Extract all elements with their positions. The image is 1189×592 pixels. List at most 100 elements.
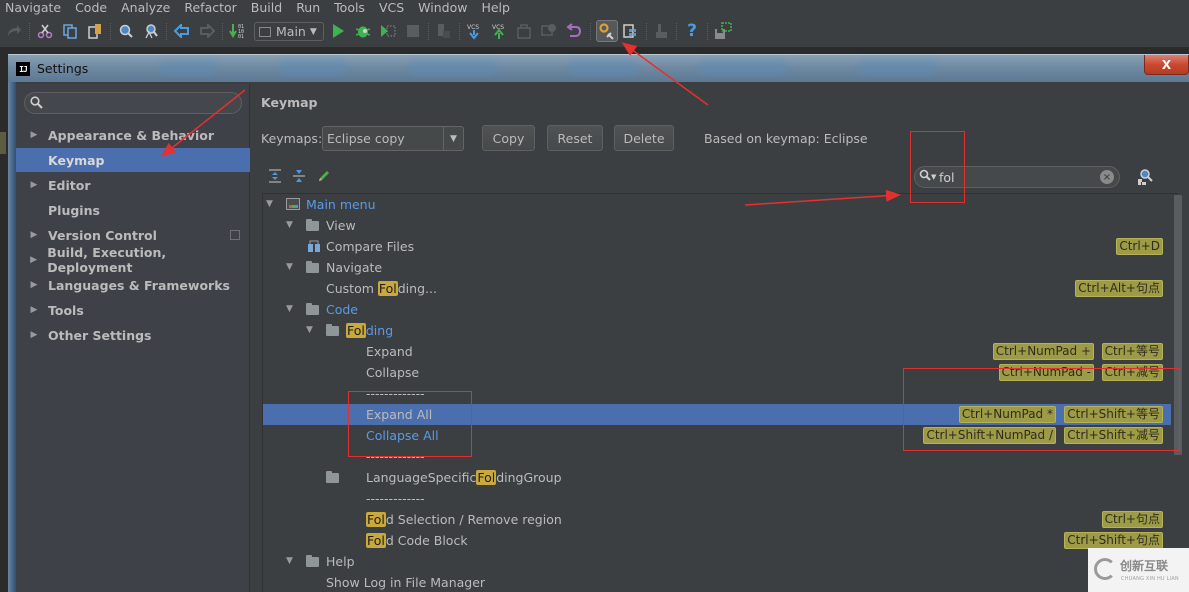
keymap-filter-input[interactable]: ▼ × <box>914 166 1120 188</box>
tree-row-label: Main menu <box>306 197 376 212</box>
tree-expand-arrow-icon[interactable]: ▼ <box>286 304 293 314</box>
sdk-manager-icon[interactable] <box>435 22 453 40</box>
tree-row[interactable]: ▼Navigate <box>263 257 1171 278</box>
label-text: Collapse <box>366 365 419 380</box>
sidebar-item-editor[interactable]: ▶ Editor <box>16 173 250 197</box>
tree-expand-arrow-icon[interactable]: ▼ <box>286 262 293 272</box>
project-level-icon <box>230 230 240 240</box>
sidebar-item-version-control[interactable]: ▶ Version Control <box>16 223 250 247</box>
run-config-icon <box>259 27 271 37</box>
help-icon[interactable]: ? <box>683 22 701 40</box>
menu-help[interactable]: Help <box>481 0 510 15</box>
tree-scrollbar[interactable] <box>1174 195 1182 455</box>
tree-row[interactable]: Fold Selection / Remove regionCtrl+句点 <box>263 509 1171 530</box>
coverage-icon[interactable] <box>379 22 397 40</box>
tree-expand-arrow-icon[interactable]: ▼ <box>266 199 273 209</box>
expand-arrow-icon[interactable]: ▶ <box>16 255 47 265</box>
reset-button[interactable]: Reset <box>547 125 603 151</box>
debug-icon[interactable] <box>354 22 372 40</box>
tree-row[interactable]: LanguageSpecificFoldingGroup <box>263 467 1171 488</box>
tree-row[interactable]: Fold Code BlockCtrl+Shift+句点 <box>263 530 1171 551</box>
tree-row[interactable]: Compare FilesCtrl+D <box>263 236 1171 257</box>
tree-row[interactable]: ▼View <box>263 215 1171 236</box>
separator-text: ------------- <box>366 449 425 464</box>
menu-code[interactable]: Code <box>75 0 107 15</box>
expand-arrow-icon[interactable]: ▶ <box>16 280 48 290</box>
replace-icon[interactable] <box>142 22 160 40</box>
copy-button[interactable]: Copy <box>482 125 535 151</box>
clear-search-icon[interactable]: × <box>1100 170 1114 184</box>
vcs-update-icon[interactable]: VCS <box>465 22 483 40</box>
collapse-all-icon[interactable] <box>292 169 308 185</box>
menu-build[interactable]: Build <box>251 0 282 15</box>
menu-refactor[interactable]: Refactor <box>184 0 236 15</box>
search-history-caret-icon[interactable]: ▼ <box>931 173 936 181</box>
tree-row[interactable]: ▼ Main menu <box>263 194 1171 215</box>
label-text: Collapse All <box>366 428 439 443</box>
tree-row[interactable]: CollapseCtrl+减号Ctrl+NumPad - <box>263 362 1171 383</box>
vcs-commit-icon[interactable]: VCS <box>490 22 508 40</box>
find-by-shortcut-icon[interactable] <box>1136 168 1154 186</box>
chevron-down-icon[interactable]: ▼ <box>443 127 463 150</box>
tree-row[interactable]: ▼ Code <box>263 299 1171 320</box>
expand-arrow-icon[interactable]: ▶ <box>16 230 48 240</box>
tree-row[interactable]: ExpandCtrl+等号Ctrl+NumPad + <box>263 341 1171 362</box>
menu-navigate[interactable]: Navigate <box>5 0 61 15</box>
cut-icon[interactable] <box>36 22 54 40</box>
sidebar-item-build-execution-deployment[interactable]: ▶ Build, Execution, Deployment <box>16 248 250 272</box>
expand-arrow-icon[interactable]: ▶ <box>16 330 48 340</box>
tree-expand-arrow-icon[interactable]: ▼ <box>306 325 313 335</box>
vcs-compare-icon[interactable] <box>515 22 533 40</box>
label-text: Code <box>326 302 358 317</box>
tree-expand-arrow-icon[interactable]: ▼ <box>286 556 293 566</box>
expand-arrow-icon[interactable]: ▶ <box>16 130 48 140</box>
run-icon[interactable] <box>329 22 347 40</box>
keymap-select[interactable]: Eclipse copy ▼ <box>322 126 464 151</box>
stop-icon[interactable] <box>404 22 422 40</box>
tree-row[interactable]: ▼Folding <box>263 320 1171 341</box>
sidebar-item-keymap[interactable]: Keymap <box>16 148 250 172</box>
sidebar-item-other-settings[interactable]: ▶ Other Settings <box>16 323 250 347</box>
tree-row[interactable]: Custom Folding...Ctrl+Alt+句点 <box>263 278 1171 299</box>
forward-icon[interactable] <box>198 22 216 40</box>
close-button[interactable]: X <box>1144 55 1189 75</box>
expand-arrow-icon[interactable]: ▶ <box>16 180 48 190</box>
sidebar-item-languages-frameworks[interactable]: ▶ Languages & Frameworks <box>16 273 250 297</box>
dialog-titlebar[interactable]: IJ Settings X <box>8 54 1189 82</box>
edit-shortcut-icon[interactable] <box>317 169 333 185</box>
back-icon[interactable] <box>173 22 191 40</box>
redo-icon[interactable] <box>5 22 23 40</box>
sidebar-item-appearance-behavior[interactable]: ▶ Appearance & Behavior <box>16 123 250 147</box>
menu-run[interactable]: Run <box>296 0 320 15</box>
tree-expand-arrow-icon[interactable]: ▼ <box>286 220 293 230</box>
menu-vcs[interactable]: VCS <box>379 0 404 15</box>
delete-button[interactable]: Delete <box>614 125 674 151</box>
expand-all-icon[interactable] <box>268 169 284 185</box>
make-project-icon[interactable]: 011001 <box>229 22 247 40</box>
search-match-highlight: Fol <box>366 533 386 548</box>
sync-gradle-icon[interactable] <box>714 22 732 40</box>
run-config-select[interactable]: Main ▼ <box>254 22 324 41</box>
menu-analyze[interactable]: Analyze <box>121 0 170 15</box>
tree-row[interactable]: Collapse AllCtrl+Shift+减号Ctrl+Shift+NumP… <box>263 425 1171 446</box>
sidebar-item-tools[interactable]: ▶ Tools <box>16 298 250 322</box>
filter-text-input[interactable] <box>939 169 1089 185</box>
dialog-title: Settings <box>37 61 88 76</box>
settings-search-input[interactable] <box>24 92 242 114</box>
android-sdk-icon[interactable] <box>652 22 670 40</box>
revert-icon[interactable] <box>565 22 583 40</box>
tree-row[interactable]: Show Log in File Manager <box>263 572 1171 592</box>
tree-row[interactable]: ▼Help <box>263 551 1171 572</box>
expand-arrow-icon[interactable]: ▶ <box>16 305 48 315</box>
vcs-history-icon[interactable] <box>540 22 558 40</box>
project-structure-icon[interactable] <box>622 22 640 40</box>
menu-window[interactable]: Window <box>418 0 467 15</box>
paste-icon[interactable] <box>86 22 104 40</box>
sidebar-item-label: Appearance & Behavior <box>48 128 214 143</box>
sidebar-item-plugins[interactable]: Plugins <box>16 198 250 222</box>
menu-tools[interactable]: Tools <box>334 0 365 15</box>
find-icon[interactable] <box>117 22 135 40</box>
settings-icon[interactable] <box>598 22 616 40</box>
copy-icon[interactable] <box>61 22 79 40</box>
tree-row[interactable]: Expand AllCtrl+Shift+等号Ctrl+NumPad * <box>263 404 1171 425</box>
